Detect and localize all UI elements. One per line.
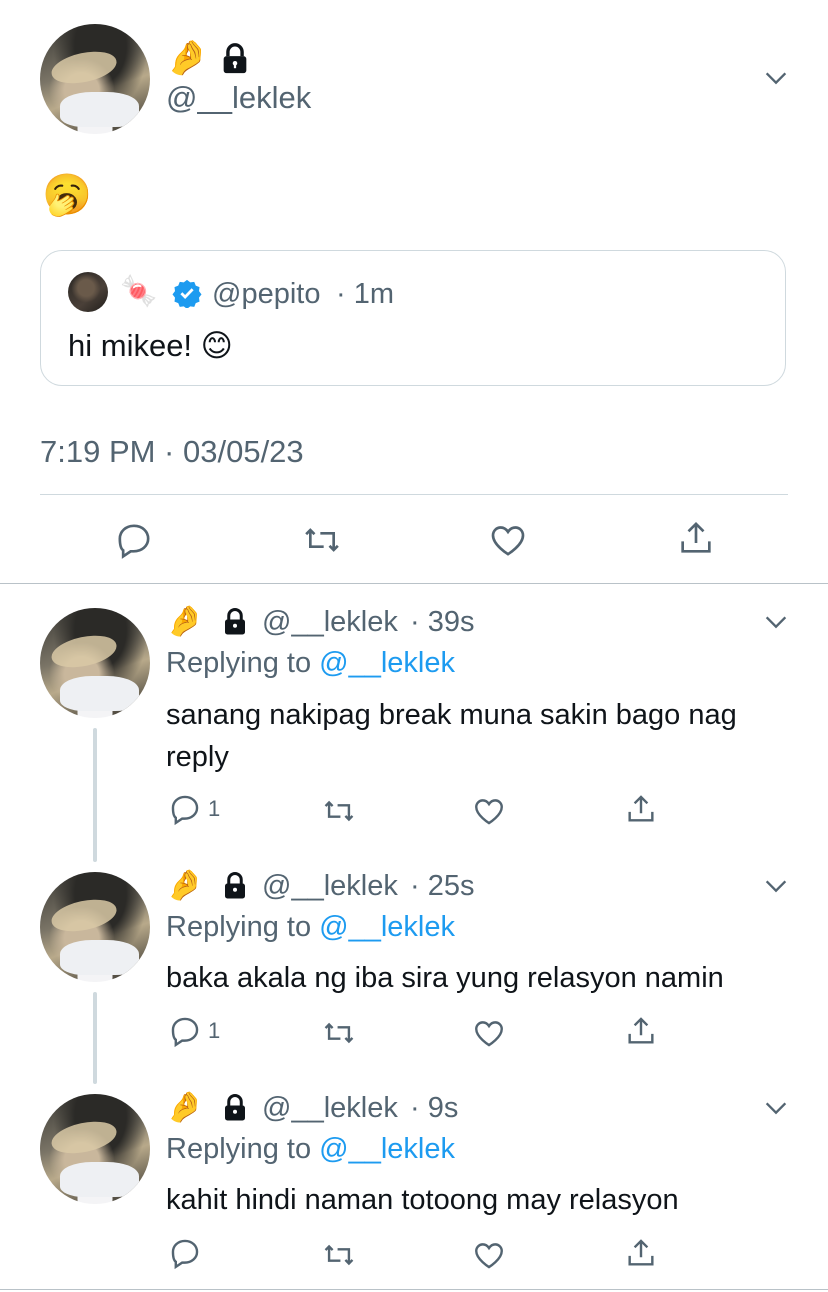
retweet-icon[interactable] — [320, 1238, 358, 1272]
lock-icon — [225, 608, 245, 635]
bottom-divider — [0, 1289, 828, 1290]
tweet-body-emoji: 🥱 — [42, 172, 92, 218]
avatar[interactable] — [40, 608, 150, 718]
display-name-emoji: 🤌 — [166, 604, 204, 639]
reply-icon[interactable] — [114, 520, 154, 560]
retweet-icon[interactable] — [320, 1016, 358, 1050]
replying-to-link[interactable]: @__leklek — [319, 647, 455, 679]
replying-to-prefix: Replying to — [166, 911, 312, 943]
quoted-name-emoji: 🍬 — [120, 274, 158, 309]
chevron-down-icon[interactable] — [762, 64, 790, 92]
retweet-icon[interactable] — [320, 794, 358, 828]
handle[interactable]: @__leklek — [262, 1090, 398, 1126]
handle[interactable]: @__leklek — [166, 78, 311, 118]
reply-count: 1 — [208, 1018, 221, 1043]
avatar[interactable] — [40, 872, 150, 982]
quoted-time: · 1m — [336, 278, 394, 310]
like-icon[interactable] — [488, 520, 528, 560]
lock-icon — [225, 1094, 245, 1121]
reply-time: · 39s — [410, 606, 475, 638]
verified-badge-icon — [172, 279, 202, 308]
reply-icon — [171, 1239, 199, 1270]
like-icon[interactable] — [472, 1238, 506, 1272]
reply-button[interactable] — [168, 1236, 208, 1270]
retweet-icon[interactable] — [300, 520, 344, 560]
reply-text: kahit hindi naman totoong may relasyon — [166, 1184, 679, 1216]
lock-icon — [223, 43, 247, 74]
display-name-emoji: 🤌 — [166, 868, 204, 903]
quoted-handle[interactable]: @pepito — [212, 276, 320, 312]
share-icon[interactable] — [624, 1014, 658, 1048]
chevron-down-icon[interactable] — [762, 872, 790, 900]
replying-to-link[interactable]: @__leklek — [319, 1133, 455, 1165]
reply-icon — [171, 795, 199, 826]
handle[interactable]: @__leklek — [262, 604, 398, 640]
timestamp[interactable]: 7:19 PM · 03/05/23 — [40, 432, 304, 472]
divider — [40, 494, 788, 495]
like-icon[interactable] — [472, 794, 506, 828]
section-divider — [0, 583, 828, 584]
reply-text: baka akala ng iba sira yung relasyon nam… — [166, 962, 724, 994]
reply-button[interactable]: 1 — [168, 1014, 220, 1048]
replying-to: Replying to @__leklek — [166, 646, 455, 680]
replying-to-prefix: Replying to — [166, 647, 312, 679]
reply-button[interactable]: 1 — [168, 792, 220, 826]
chevron-down-icon[interactable] — [762, 608, 790, 636]
replying-to-prefix: Replying to — [166, 1133, 312, 1165]
handle[interactable]: @__leklek — [262, 868, 398, 904]
share-icon[interactable] — [624, 1236, 658, 1270]
display-name-emoji: 🤌 — [166, 1090, 204, 1125]
avatar[interactable] — [40, 24, 150, 134]
reply-count: 1 — [208, 796, 221, 821]
avatar[interactable] — [40, 1094, 150, 1204]
thread-line — [93, 992, 97, 1084]
reply-time: · 9s — [410, 1092, 459, 1124]
reply-text: sanang nakipag break muna sakin bago nag… — [166, 699, 737, 773]
chevron-down-icon[interactable] — [762, 1094, 790, 1122]
like-icon[interactable] — [472, 1016, 506, 1050]
share-icon[interactable] — [676, 518, 716, 558]
lock-icon — [225, 872, 245, 899]
display-name-emoji: 🤌 — [166, 38, 209, 78]
share-icon[interactable] — [624, 792, 658, 826]
thread-line — [93, 728, 97, 862]
quoted-text: hi mikee! 😊 — [68, 328, 233, 363]
replying-to: Replying to @__leklek — [166, 910, 455, 944]
replying-to-link[interactable]: @__leklek — [319, 911, 455, 943]
reply-time: · 25s — [410, 870, 475, 902]
reply-icon — [171, 1017, 199, 1048]
quoted-avatar — [68, 272, 108, 312]
replying-to: Replying to @__leklek — [166, 1132, 455, 1166]
